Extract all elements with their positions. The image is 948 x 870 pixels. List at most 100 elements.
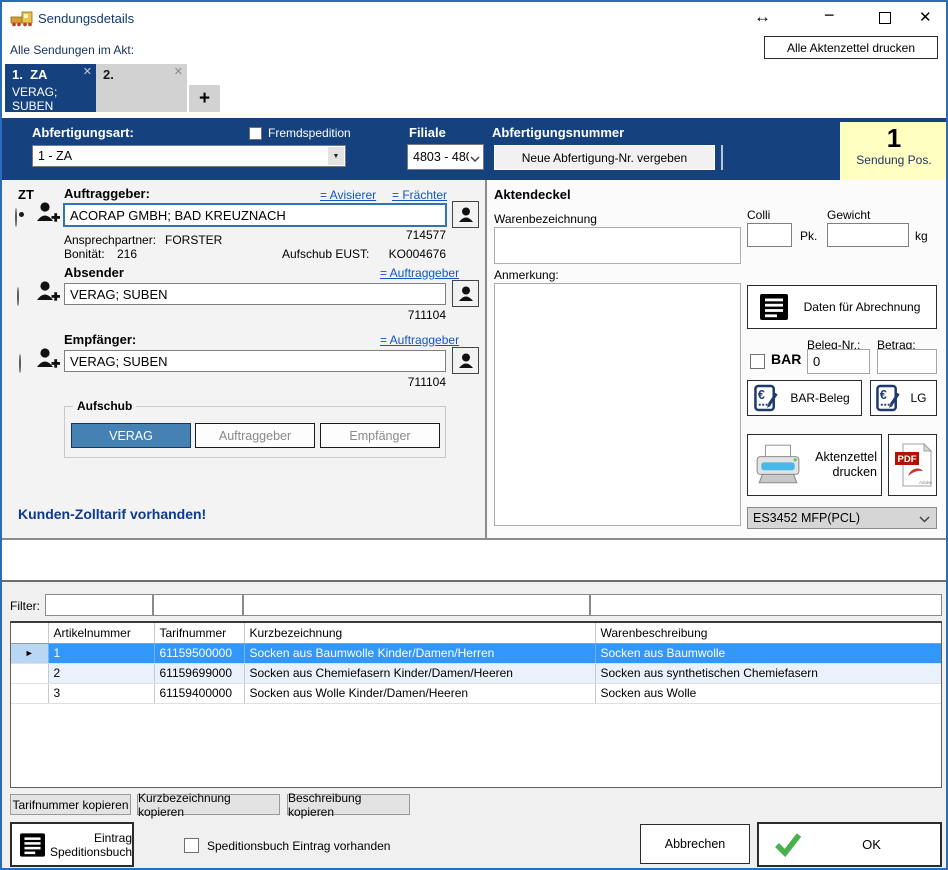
absender-number: 711104 — [346, 308, 446, 322]
aufschub-auftraggeber-button[interactable]: Auftraggeber — [195, 423, 315, 448]
cell-kurzbezeichnung: Socken aus Wolle Kinder/Damen/Heeren — [244, 683, 595, 703]
filiale-combo[interactable]: 4803 - 480 — [407, 144, 484, 170]
empfaenger-number: 711104 — [346, 375, 446, 389]
avisierer-link[interactable]: = Avisierer — [320, 188, 376, 202]
articles-section: Filter: Artikelnummer Tarifnummer Kurzbe… — [2, 580, 946, 870]
combo-arrow-icon[interactable]: ▼ — [328, 147, 344, 165]
resize-horizontal-icon[interactable]: ↔ — [754, 7, 771, 27]
speditionsbuch-checkbox[interactable] — [184, 838, 199, 853]
add-person-icon[interactable] — [35, 346, 61, 377]
absender-auftraggeber-link[interactable]: = Auftraggeber — [380, 266, 459, 280]
printer-value: ES3452 MFP(PCL) — [753, 511, 860, 525]
auftraggeber-input[interactable] — [64, 204, 446, 226]
person-icon — [457, 206, 475, 224]
bar-checkbox[interactable] — [750, 354, 765, 369]
minimize-icon[interactable]: − — [824, 5, 835, 26]
ok-label: OK — [803, 837, 940, 852]
row-selector-cell — [11, 663, 48, 683]
table-row[interactable]: ► 1 61159500000 Socken aus Baumwolle Kin… — [11, 643, 942, 663]
aufschub-empfaenger-button[interactable]: Empfänger — [320, 423, 440, 448]
table-row[interactable]: 3 61159400000 Socken aus Wolle Kinder/Da… — [11, 683, 942, 703]
chevron-down-icon — [919, 516, 930, 523]
cell-artikelnummer: 2 — [48, 663, 154, 683]
absender-input[interactable] — [64, 283, 446, 305]
filter-tarifnummer-input[interactable] — [153, 594, 243, 616]
bonitaet-value: 216 — [117, 247, 137, 261]
betrag-input[interactable] — [877, 349, 937, 374]
tab1-close-icon[interactable]: ✕ — [83, 65, 92, 78]
ok-button[interactable]: OK — [757, 822, 942, 867]
person-icon — [457, 285, 475, 303]
band-divider — [721, 145, 723, 170]
tab2-close-icon[interactable]: ✕ — [174, 65, 183, 78]
eintrag-speditionsbuch-button[interactable]: Eintrag Speditionsbuch — [10, 822, 134, 867]
table-row[interactable]: 2 61159699000 Socken aus Chemiefasern Ki… — [11, 663, 942, 683]
filter-warenbeschreibung-input[interactable] — [590, 594, 942, 616]
pdf-export-button[interactable]: PDFAdobe — [888, 434, 937, 496]
lg-button[interactable]: € LG — [870, 380, 937, 416]
daten-abrechnung-label: Daten für Abrechnung — [788, 300, 936, 314]
add-shipment-tab-button[interactable]: + — [189, 85, 220, 112]
gewicht-unit: kg — [915, 229, 928, 243]
shipment-tab-1[interactable]: ✕ 1. ZA VERAG; SUBEN — [5, 64, 96, 112]
fremdspedition-label: Fremdspedition — [268, 126, 351, 140]
sendung-pos-badge: 1 Sendung Pos. — [840, 122, 948, 180]
absender-contact-button[interactable] — [452, 280, 479, 307]
parties-panel: ZT Auftraggeber: = Avisierer = Frächter … — [2, 180, 485, 538]
cell-warenbeschreibung: Socken aus Wolle — [595, 683, 942, 703]
empfaenger-input[interactable] — [64, 350, 446, 372]
copy-tarifnummer-button[interactable]: Tarifnummer kopieren — [10, 794, 131, 815]
abfertigungsart-label: Abfertigungsart: — [32, 125, 134, 140]
tab2-title: 2. — [103, 67, 180, 82]
cell-tarifnummer: 61159500000 — [154, 643, 244, 663]
auftraggeber-number: 714577 — [346, 228, 446, 242]
column-header[interactable]: Artikelnummer — [48, 623, 154, 643]
printer-icon — [754, 444, 802, 486]
empfaenger-radio[interactable] — [19, 354, 21, 373]
app-truck-icon — [10, 9, 34, 32]
add-person-icon[interactable] — [35, 279, 61, 310]
print-all-aktenzettel-button[interactable]: Alle Aktenzettel drucken — [764, 36, 938, 59]
beleg-nr-input[interactable] — [807, 349, 870, 374]
ansprechpartner-value: FORSTER — [165, 233, 222, 247]
filter-kurzbezeichnung-input[interactable] — [243, 594, 590, 616]
aufschub-group: Aufschub VERAG Auftraggeber Empfänger — [64, 406, 446, 458]
copy-kurzbezeichnung-button[interactable]: Kurzbezeichnung kopieren — [137, 794, 280, 815]
cell-artikelnummer: 1 — [48, 643, 154, 663]
warenbezeichnung-textarea[interactable] — [494, 227, 741, 264]
close-icon[interactable]: ✕ — [919, 8, 932, 26]
column-header[interactable]: Tarifnummer — [154, 623, 244, 643]
aktenzettel-drucken-button[interactable]: Aktenzettel drucken — [747, 434, 882, 496]
column-header[interactable]: Kurzbezeichnung — [244, 623, 595, 643]
neue-abfertigungsnr-button[interactable]: Neue Abfertigung-Nr. vergeben — [494, 145, 715, 170]
cancel-button[interactable]: Abbrechen — [640, 824, 750, 864]
tab1-subtitle: VERAG; SUBEN — [12, 85, 82, 113]
daten-abrechnung-button[interactable]: Daten für Abrechnung — [747, 285, 937, 329]
copy-beschreibung-button[interactable]: Beschreibung kopieren — [287, 794, 410, 815]
absender-radio[interactable] — [17, 287, 19, 306]
empfaenger-contact-button[interactable] — [452, 347, 479, 374]
add-person-icon[interactable] — [35, 200, 61, 231]
abfertigungsart-combo[interactable]: 1 - ZA ▼ — [32, 145, 346, 167]
column-header[interactable]: Warenbeschreibung — [595, 623, 942, 643]
auftraggeber-contact-button[interactable] — [452, 201, 479, 228]
gewicht-input[interactable] — [827, 223, 909, 247]
bar-beleg-button[interactable]: € BAR-Beleg — [747, 380, 862, 416]
aufschub-verag-button[interactable]: VERAG — [71, 423, 191, 448]
aufschub-eust-value: KO004676 — [346, 247, 446, 261]
zt-label: ZT — [18, 187, 34, 202]
bar-beleg-label: BAR-Beleg — [779, 391, 861, 405]
euro-receipt-icon: € — [754, 384, 779, 412]
filter-artikelnummer-input[interactable] — [45, 594, 153, 616]
cell-warenbeschreibung: Socken aus Baumwolle — [595, 643, 942, 663]
auftraggeber-radio[interactable] — [15, 208, 17, 227]
colli-input[interactable] — [747, 223, 792, 247]
maximize-icon[interactable] — [879, 12, 891, 24]
fremdspedition-checkbox[interactable] — [249, 127, 262, 140]
printer-select[interactable]: ES3452 MFP(PCL) — [747, 507, 937, 529]
cell-warenbeschreibung: Socken aus synthetischen Chemiefasern — [595, 663, 942, 683]
empfaenger-auftraggeber-link[interactable]: = Auftraggeber — [380, 333, 459, 347]
shipment-tab-2[interactable]: ✕ 2. — [96, 64, 187, 112]
anmerkung-textarea[interactable] — [494, 283, 741, 526]
fraechter-link[interactable]: = Frächter — [392, 188, 447, 202]
